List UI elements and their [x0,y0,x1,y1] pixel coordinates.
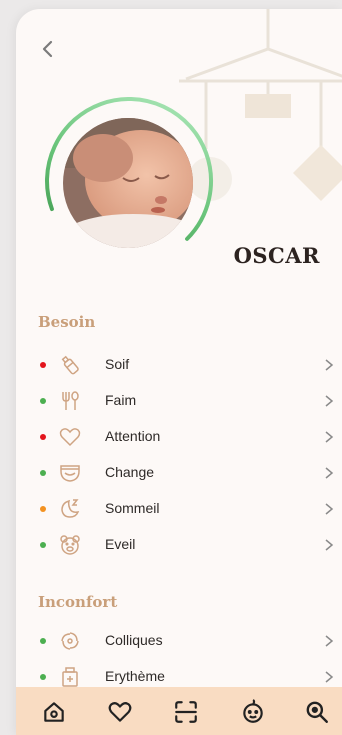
list-item-faim[interactable]: Faim [16,383,342,419]
item-label: Soif [105,356,130,372]
status-dot [40,398,46,404]
moon-sleep-icon [61,499,80,518]
list-item-sommeil[interactable]: Sommeil [16,491,342,527]
status-dot [40,434,46,440]
list-item-attention[interactable]: Attention [16,419,342,455]
item-label: Erythème [105,668,165,684]
list-item-eveil[interactable]: Eveil [16,527,342,563]
item-label: Sommeil [105,500,160,516]
heart-icon [59,428,81,447]
search-icon[interactable] [304,699,330,725]
chevron-right-icon [325,359,334,371]
bottom-tab-bar [16,687,342,735]
swirl-icon [61,632,79,650]
list-item-change[interactable]: Change [16,455,342,491]
chevron-right-icon [325,431,334,443]
item-label: Colliques [105,632,163,648]
chevron-right-icon [325,635,334,647]
diaper-icon [60,465,80,482]
status-dot [40,470,46,476]
chevron-right-icon [325,395,334,407]
item-label: Faim [105,392,137,408]
chevron-right-icon [325,503,334,515]
item-label: Change [105,464,155,480]
chevron-right-icon [325,467,334,479]
baby-name: OSCAR [233,243,320,268]
back-arrow-icon[interactable] [36,37,60,61]
section-title-inconfort: Inconfort [38,593,118,611]
baby-face-icon[interactable] [240,699,266,725]
list-item-colliques[interactable]: Colliques [16,623,342,659]
teddy-bear-icon [60,535,80,555]
profile-avatar[interactable] [41,93,217,269]
status-dot [40,542,46,548]
cutlery-icon [62,391,79,410]
cream-tube-icon [62,667,78,687]
chevron-right-icon [325,671,334,683]
baby-photo [63,118,193,248]
heart-icon[interactable] [107,699,133,725]
app-screen: OSCAR Besoin Soif Faim Attention Change [16,9,342,735]
status-dot [40,638,46,644]
list-item-soif[interactable]: Soif [16,347,342,383]
home-icon[interactable] [41,699,67,725]
scan-icon[interactable] [173,699,199,725]
status-dot [40,362,46,368]
status-dot [40,674,46,680]
status-dot [40,506,46,512]
item-label: Attention [105,428,161,444]
item-label: Eveil [105,536,136,552]
section-title-besoin: Besoin [38,313,96,331]
bottle-icon [61,355,79,375]
chevron-right-icon [325,539,334,551]
